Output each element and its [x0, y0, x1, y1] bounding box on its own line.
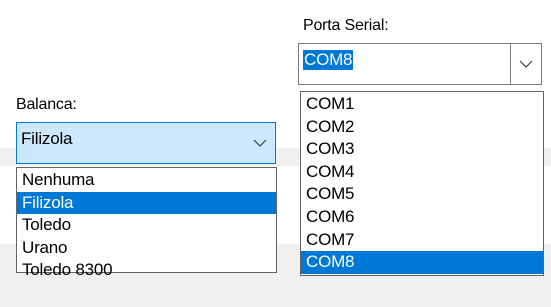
porta-serial-option-com3[interactable]: COM3	[301, 138, 543, 161]
porta-serial-option-com6[interactable]: COM6	[301, 206, 543, 229]
porta-serial-dropdown-button[interactable]	[510, 44, 541, 84]
balanca-selected-value: Filizola	[21, 129, 73, 148]
porta-serial-selected-value: COM8	[303, 50, 354, 70]
balanca-label: Balanca:	[16, 96, 77, 113]
porta-serial-option-com2[interactable]: COM2	[301, 116, 543, 139]
balanca-option-urano[interactable]: Urano	[17, 237, 276, 260]
porta-serial-label: Porta Serial:	[303, 17, 389, 34]
porta-serial-options-list[interactable]: COM1 COM2 COM3 COM4 COM5 COM6 COM7 COM8	[300, 91, 544, 276]
balanca-option-toledo[interactable]: Toledo	[17, 214, 276, 237]
balanca-dropdown-button[interactable]	[245, 123, 275, 163]
porta-serial-combobox[interactable]: COM8	[298, 43, 542, 85]
balanca-combobox[interactable]: Filizola	[16, 122, 276, 164]
balanca-option-nenhuma[interactable]: Nenhuma	[17, 169, 276, 192]
balanca-option-toledo-8300[interactable]: Toledo 8300	[17, 259, 276, 282]
chevron-down-icon	[253, 139, 267, 147]
balanca-option-filizola[interactable]: Filizola	[17, 191, 276, 215]
balanca-options-list[interactable]: Nenhuma Filizola Toledo Urano Toledo 830…	[16, 167, 277, 279]
porta-serial-option-com4[interactable]: COM4	[301, 161, 543, 184]
porta-serial-option-com1[interactable]: COM1	[301, 93, 543, 116]
porta-serial-option-com5[interactable]: COM5	[301, 183, 543, 206]
porta-serial-option-com8[interactable]: COM8	[301, 251, 543, 274]
porta-serial-option-com7[interactable]: COM7	[301, 229, 543, 252]
chevron-down-icon	[519, 60, 533, 68]
